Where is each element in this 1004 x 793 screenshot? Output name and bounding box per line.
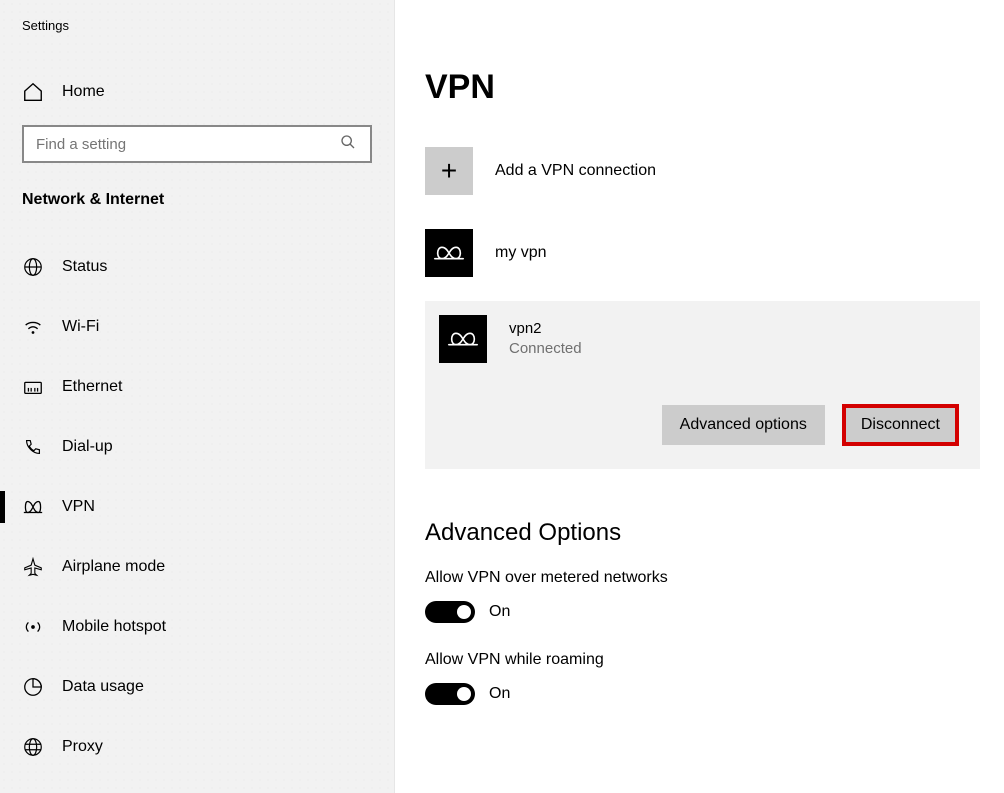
sidebar-item-datausage[interactable]: Data usage	[0, 657, 394, 717]
sidebar-item-label: Status	[62, 258, 107, 276]
vpn-selected-name: vpn2	[509, 319, 582, 339]
sidebar-item-label: Airplane mode	[62, 558, 165, 576]
window-title: Settings	[0, 18, 394, 33]
sidebar-item-label: Mobile hotspot	[62, 618, 166, 636]
page-title: VPN	[425, 68, 1004, 107]
toggle-state: On	[489, 685, 510, 703]
ethernet-icon	[22, 376, 44, 398]
sidebar-item-hotspot[interactable]: Mobile hotspot	[0, 597, 394, 657]
sidebar-item-label: Wi-Fi	[62, 318, 99, 336]
sidebar-item-vpn[interactable]: VPN	[0, 477, 394, 537]
sidebar-item-proxy[interactable]: Proxy	[0, 717, 394, 777]
sidebar-item-label: Data usage	[62, 678, 144, 696]
sidebar-item-label: Proxy	[62, 738, 103, 756]
hotspot-icon	[22, 616, 44, 638]
disconnect-button[interactable]: Disconnect	[843, 405, 958, 445]
vpn-connection-selected-card: vpn2 Connected Advanced options Disconne…	[425, 301, 980, 469]
home-button[interactable]: Home	[0, 81, 394, 125]
toggle-group: Allow VPN over metered networks On	[425, 569, 1004, 623]
dialup-icon	[22, 436, 44, 458]
search-icon	[326, 134, 370, 154]
vpn-icon	[439, 315, 487, 363]
airplane-icon	[22, 556, 44, 578]
vpn-connection-item[interactable]: my vpn	[425, 223, 1004, 283]
sidebar-item-label: Dial-up	[62, 438, 113, 456]
toggle-label: Allow VPN while roaming	[425, 651, 1004, 669]
wifi-icon	[22, 316, 44, 338]
search-input[interactable]	[24, 136, 326, 153]
vpn-status: Connected	[509, 339, 582, 359]
vpn-icon	[425, 229, 473, 277]
toggle-state: On	[489, 603, 510, 621]
advanced-options-heading: Advanced Options	[425, 519, 1004, 547]
sidebar: Settings Home Network & Internet Status W…	[0, 0, 395, 793]
plus-icon: +	[425, 147, 473, 195]
datausage-icon	[22, 676, 44, 698]
advanced-options-button[interactable]: Advanced options	[662, 405, 825, 445]
vpn-connection-name: my vpn	[495, 244, 547, 262]
nav-list: Status Wi-Fi Ethernet Dial-up VPN Airplane mo…	[0, 237, 394, 777]
sidebar-item-label: VPN	[62, 498, 95, 516]
toggle-switch[interactable]	[425, 683, 475, 705]
vpn-selected-header[interactable]: vpn2 Connected	[439, 315, 958, 363]
home-label: Home	[62, 83, 105, 101]
globe-icon	[22, 256, 44, 278]
sidebar-item-airplane[interactable]: Airplane mode	[0, 537, 394, 597]
toggle-label: Allow VPN over metered networks	[425, 569, 1004, 587]
sidebar-item-status[interactable]: Status	[0, 237, 394, 297]
sidebar-item-wifi[interactable]: Wi-Fi	[0, 297, 394, 357]
category-heading: Network & Internet	[0, 191, 394, 237]
proxy-icon	[22, 736, 44, 758]
sidebar-item-dialup[interactable]: Dial-up	[0, 417, 394, 477]
toggle-switch[interactable]	[425, 601, 475, 623]
sidebar-item-label: Ethernet	[62, 378, 122, 396]
add-vpn-connection-button[interactable]: + Add a VPN connection	[425, 147, 1004, 195]
toggle-group: Allow VPN while roaming On	[425, 651, 1004, 705]
vpn-icon	[22, 496, 44, 518]
main-panel: VPN + Add a VPN connection my vpn vpn2 C…	[395, 0, 1004, 793]
add-vpn-label: Add a VPN connection	[495, 162, 656, 180]
sidebar-item-ethernet[interactable]: Ethernet	[0, 357, 394, 417]
home-icon	[22, 81, 44, 103]
search-field[interactable]	[22, 125, 372, 163]
